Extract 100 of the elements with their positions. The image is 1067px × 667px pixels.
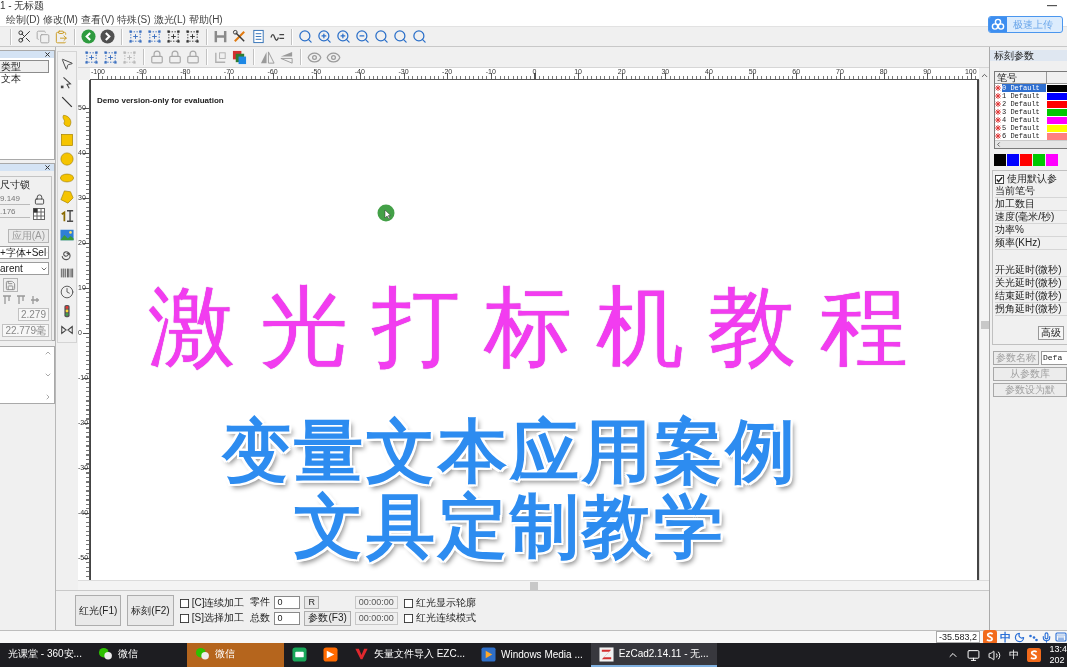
- play-icon[interactable]: [481, 646, 497, 662]
- nodes-icon[interactable]: [103, 49, 118, 65]
- nodes-icon[interactable]: [84, 49, 99, 65]
- close-icon[interactable]: [45, 165, 50, 170]
- eye-icon[interactable]: [307, 49, 322, 65]
- volume-icon[interactable]: [988, 648, 1002, 662]
- line-icon[interactable]: [60, 95, 74, 109]
- menu-item[interactable]: 帮助(H): [188, 12, 223, 26]
- grid-icon[interactable]: [33, 208, 45, 220]
- nodes-icon[interactable]: [185, 29, 200, 44]
- monitor-icon[interactable]: [967, 648, 981, 662]
- zoom-icon[interactable]: [298, 29, 313, 44]
- minimize-icon[interactable]: [1047, 5, 1057, 7]
- zoom-in-icon[interactable]: [336, 29, 351, 44]
- dropdown[interactable]: +字体+Sel: [0, 246, 49, 259]
- taskbar-item[interactable]: 矢量文件导入 EZC...: [345, 643, 474, 667]
- taskbar-item[interactable]: 微信: [186, 643, 284, 667]
- list-item[interactable]: 文本: [0, 73, 21, 85]
- menu-item[interactable]: 特殊(S): [117, 12, 151, 26]
- scroll-up-icon[interactable]: [44, 349, 52, 357]
- scroll-down-icon[interactable]: [44, 371, 52, 379]
- zoom-icon[interactable]: [393, 29, 408, 44]
- scroll-left-icon[interactable]: [995, 141, 1002, 148]
- taskbar-item[interactable]: 微信: [89, 643, 187, 667]
- mirror-icon[interactable]: [260, 49, 275, 65]
- checkbox[interactable]: [995, 174, 1004, 184]
- asterisk-icon[interactable]: [995, 133, 1001, 139]
- checkbox[interactable]: [403, 613, 413, 623]
- logo-icon[interactable]: [598, 646, 614, 662]
- zoom-icon[interactable]: [412, 29, 427, 44]
- tile-icon[interactable]: [291, 646, 307, 662]
- scissors-icon[interactable]: [17, 29, 32, 44]
- clock-icon[interactable]: [60, 285, 74, 299]
- scroll-up-icon[interactable]: [979, 71, 989, 80]
- asterisk-icon[interactable]: [995, 125, 1001, 131]
- align-top-icon[interactable]: [16, 295, 26, 305]
- scroll-thumb[interactable]: [980, 321, 989, 329]
- keyboard-icon[interactable]: [1055, 631, 1067, 643]
- horizontal-scrollbar[interactable]: [78, 580, 989, 590]
- mark-button[interactable]: 标刻(F2): [127, 595, 174, 626]
- node-edit-icon[interactable]: [60, 76, 74, 90]
- checkbox[interactable]: [179, 613, 189, 623]
- close-icon[interactable]: [45, 52, 50, 57]
- swatch-icon[interactable]: [1020, 154, 1032, 166]
- text-tool-icon[interactable]: [60, 209, 74, 223]
- menu-item[interactable]: 绘制(D): [6, 12, 40, 26]
- asterisk-icon[interactable]: [995, 93, 1001, 99]
- swatch-icon[interactable]: [1046, 154, 1058, 166]
- checkbox[interactable]: [179, 598, 189, 608]
- nodes-icon[interactable]: [166, 29, 181, 44]
- nodes-icon[interactable]: [122, 49, 137, 65]
- taskbar-item[interactable]: Windows Media ...: [473, 643, 591, 667]
- swatch-icon[interactable]: [1033, 154, 1045, 166]
- polygon-icon[interactable]: [60, 190, 74, 204]
- value-field[interactable]: 2.279: [17, 308, 49, 321]
- menu-item[interactable]: 查看(V): [80, 12, 115, 26]
- flip-icon[interactable]: [279, 49, 294, 65]
- nodes-icon[interactable]: [128, 29, 143, 44]
- nodes-icon[interactable]: [147, 29, 162, 44]
- align-middle-icon[interactable]: [30, 295, 40, 305]
- align-top-icon[interactable]: [2, 295, 12, 305]
- barcode-icon[interactable]: [60, 266, 74, 280]
- logo-icon[interactable]: [983, 630, 997, 644]
- reset-button[interactable]: R: [304, 595, 319, 609]
- swatch-icon[interactable]: [1007, 154, 1019, 166]
- asterisk-icon[interactable]: [995, 85, 1001, 91]
- pointer-icon[interactable]: [60, 57, 74, 71]
- input-field[interactable]: 0: [274, 611, 301, 625]
- document-icon[interactable]: [251, 29, 266, 44]
- layers-icon[interactable]: [232, 49, 247, 65]
- vertical-scrollbar[interactable]: [979, 80, 989, 580]
- value-field[interactable]: 22.779毫: [2, 324, 49, 337]
- menu-item[interactable]: 修改(M): [42, 12, 78, 26]
- language-indicator[interactable]: 中: [1009, 648, 1020, 662]
- ime-mode-label[interactable]: 中: [1000, 631, 1011, 643]
- scroll-thumb[interactable]: [529, 581, 538, 590]
- bowtie-icon[interactable]: [60, 323, 74, 337]
- zoom-in-icon[interactable]: [317, 29, 332, 44]
- v-logo-icon[interactable]: [353, 647, 369, 661]
- moon-icon[interactable]: [1014, 631, 1025, 643]
- dots-icon[interactable]: [1028, 632, 1038, 642]
- logo-icon[interactable]: [1027, 648, 1042, 662]
- square-icon[interactable]: [60, 133, 74, 147]
- chat-bubbles-icon[interactable]: [97, 647, 113, 661]
- zoom-icon[interactable]: [374, 29, 389, 44]
- asterisk-icon[interactable]: [995, 109, 1001, 115]
- dropdown[interactable]: arent: [0, 262, 49, 275]
- tools-icon[interactable]: [232, 29, 247, 44]
- input-field[interactable]: 0: [274, 595, 301, 609]
- taskbar-item[interactable]: 光课堂 - 360安...: [0, 643, 90, 667]
- scroll-right-icon[interactable]: [44, 393, 52, 401]
- taskbar-item[interactable]: EzCad2.14.11 - 无...: [590, 643, 717, 667]
- pen-scrollbar[interactable]: [995, 140, 1067, 148]
- eye-icon[interactable]: [326, 49, 341, 65]
- swatch-icon[interactable]: [994, 154, 1006, 166]
- asterisk-icon[interactable]: [995, 117, 1001, 123]
- zoom-out-icon[interactable]: [355, 29, 370, 44]
- checkbox[interactable]: [403, 598, 413, 608]
- asterisk-icon[interactable]: [995, 101, 1001, 107]
- advanced-button[interactable]: 高级: [1038, 326, 1064, 340]
